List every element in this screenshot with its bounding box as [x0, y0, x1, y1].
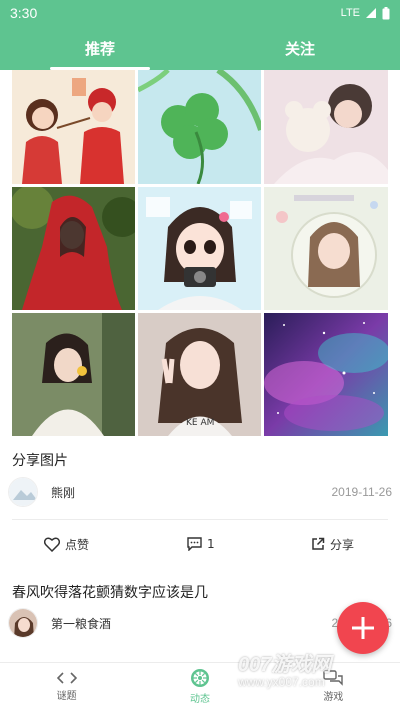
- gallery-image[interactable]: KE AM: [138, 313, 261, 436]
- plus-icon: [352, 617, 374, 639]
- kiwi-slice-icon: [190, 669, 209, 687]
- share-button[interactable]: 分享: [311, 530, 354, 558]
- gallery-image[interactable]: [264, 313, 388, 436]
- post-title[interactable]: 分享图片: [12, 450, 68, 470]
- comment-icon: [187, 537, 202, 551]
- post-title[interactable]: 春风吹得落花颤猜数字应该是几: [12, 582, 208, 602]
- status-time: 3:30: [10, 5, 38, 21]
- avatar[interactable]: [8, 608, 38, 638]
- gallery-image[interactable]: [138, 70, 261, 184]
- add-post-button[interactable]: [337, 602, 389, 654]
- share-icon: [312, 537, 325, 550]
- tab-follow[interactable]: 关注: [200, 26, 400, 70]
- comment-button[interactable]: 1: [187, 530, 215, 558]
- svg-text:KE AM: KE AM: [186, 418, 214, 428]
- tab-recommend-label: 推荐: [84, 39, 115, 58]
- nav-label: 动态: [189, 694, 210, 705]
- like-label: 点赞: [65, 537, 90, 552]
- post-date: 2019-11-26: [331, 485, 393, 499]
- top-tab-bar: 推荐 关注: [0, 26, 400, 70]
- tab-recommend[interactable]: 推荐: [0, 26, 200, 70]
- status-icons: LTE: [340, 6, 390, 20]
- network-label: LTE: [340, 7, 360, 19]
- battery-icon: [382, 6, 390, 19]
- gallery-image[interactable]: [12, 313, 135, 436]
- status-bar: 3:30 LTE: [0, 0, 400, 26]
- nav-label: 谜题: [56, 691, 77, 702]
- code-brackets-icon: [56, 672, 77, 684]
- author-name[interactable]: 熊刚: [51, 484, 75, 501]
- gallery-image[interactable]: [264, 70, 388, 184]
- heart-icon: [44, 537, 60, 552]
- gallery-image[interactable]: [12, 70, 135, 184]
- gallery-image[interactable]: [264, 187, 388, 310]
- post-author-row[interactable]: 熊刚 2019-11-26: [8, 474, 392, 510]
- post-actions: 点赞 1 分享: [0, 530, 400, 558]
- author-name[interactable]: 第一粮食酒: [51, 615, 111, 632]
- nav-item-games[interactable]: 游戏: [267, 663, 400, 710]
- chat-bubbles-icon: [323, 670, 344, 686]
- nav-item-puzzles[interactable]: 谜题: [0, 663, 133, 710]
- comment-count: 1: [207, 537, 215, 551]
- bottom-nav: 谜题 动态 游戏: [0, 662, 400, 710]
- tab-follow-label: 关注: [284, 39, 315, 58]
- gallery-image[interactable]: [138, 187, 261, 310]
- post-author-row[interactable]: 第一粮食酒 2019-11-26: [8, 605, 392, 641]
- gallery-image[interactable]: [12, 187, 135, 310]
- image-grid: KE AM: [12, 70, 388, 436]
- avatar[interactable]: [8, 477, 38, 507]
- nav-label: 游戏: [323, 692, 344, 703]
- signal-icon: [366, 8, 376, 18]
- divider: [12, 519, 388, 520]
- share-label: 分享: [330, 537, 355, 552]
- nav-item-feed[interactable]: 动态: [133, 663, 266, 710]
- like-button[interactable]: 点赞: [44, 530, 89, 558]
